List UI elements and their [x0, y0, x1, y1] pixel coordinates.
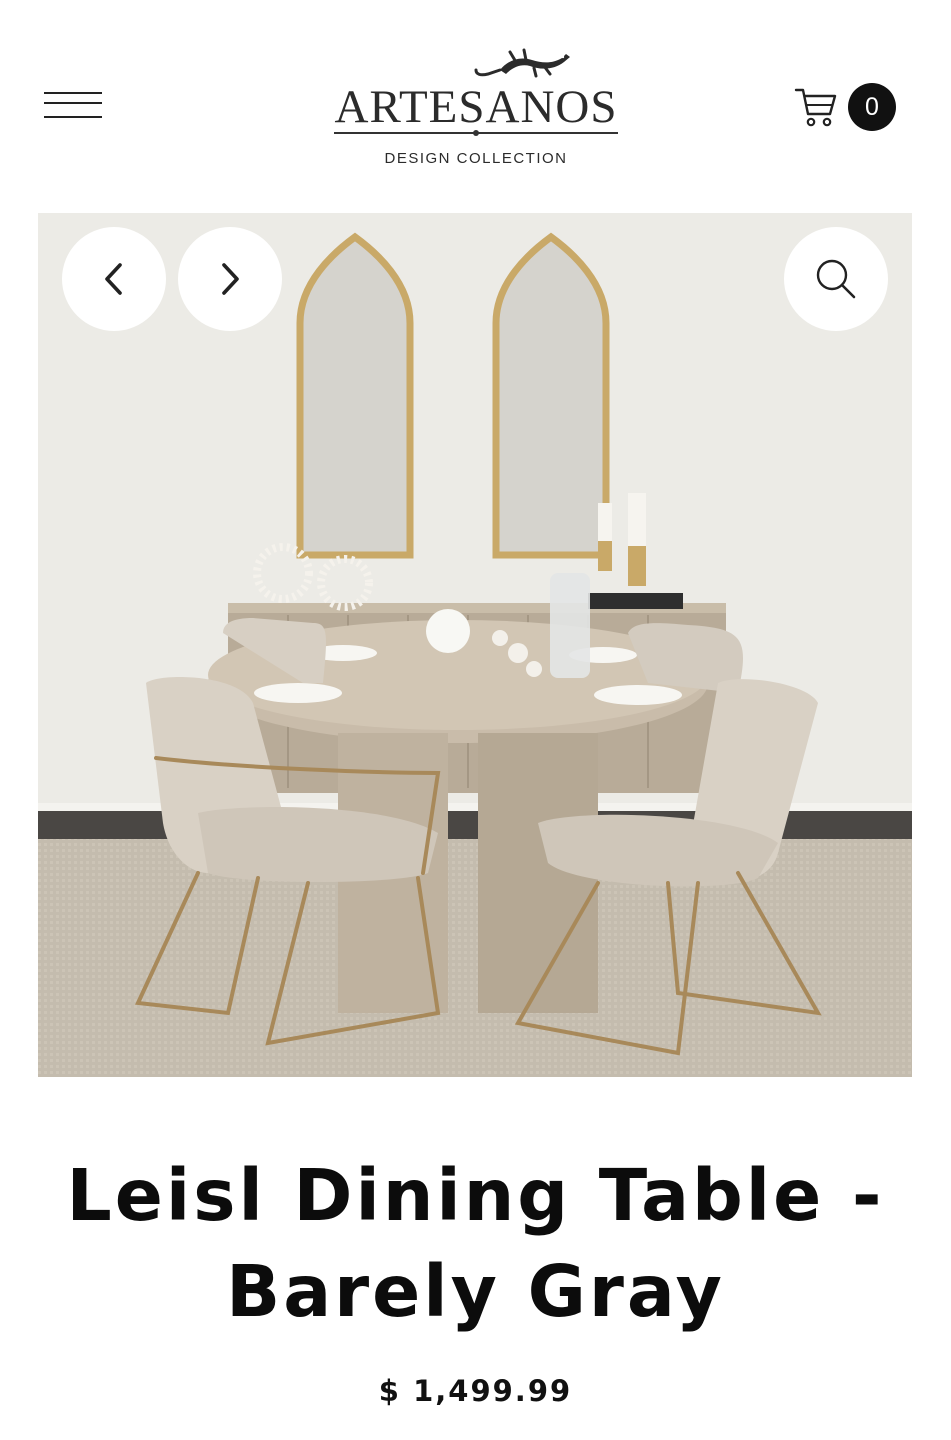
shopping-cart-icon — [794, 88, 837, 127]
brand-logo[interactable]: ARTESANOS DESIGN COLLECTION — [330, 44, 622, 174]
product-price: $ 1,499.99 — [378, 1374, 573, 1408]
hamburger-menu-icon[interactable] — [44, 88, 102, 124]
product-image-gallery[interactable] — [38, 213, 912, 1077]
chevron-left-icon — [105, 263, 122, 295]
product-image — [38, 213, 912, 1077]
gecko-logo-icon — [474, 48, 570, 78]
brand-name: ARTESANOS — [334, 81, 618, 133]
product-page: ARTESANOS DESIGN COLLECTION 0 Leisl Dini… — [0, 0, 951, 1440]
brand-tagline: DESIGN COLLECTION — [384, 150, 568, 167]
cart-count-badge: 0 — [848, 83, 896, 131]
product-title: Leisl Dining Table - Barely Gray — [66, 1154, 885, 1333]
site-header: ARTESANOS DESIGN COLLECTION 0 — [0, 0, 951, 200]
chevron-right-icon — [222, 263, 239, 295]
cart-button[interactable]: 0 — [794, 80, 898, 134]
search-icon — [816, 259, 856, 299]
previous-image-button[interactable] — [62, 227, 166, 331]
zoom-image-button[interactable] — [784, 227, 888, 331]
next-image-button[interactable] — [178, 227, 282, 331]
